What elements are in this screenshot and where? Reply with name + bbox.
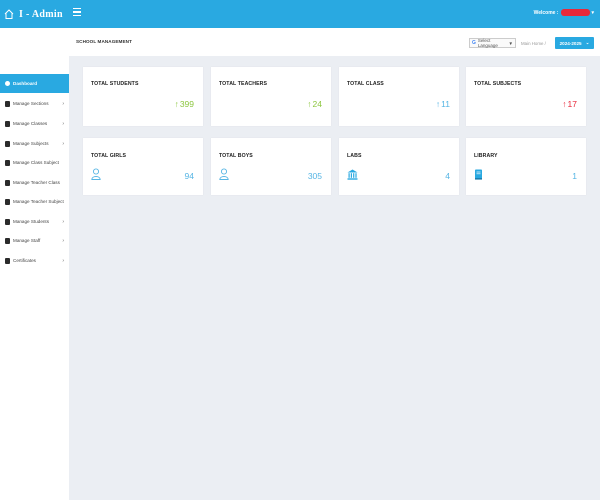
sidebar-item-label: Manage Sections xyxy=(13,101,49,106)
top-bar: I - Admin Welcome : ▾ xyxy=(0,0,600,28)
sidebar-item-manage-teacher-subject[interactable]: Manage Teacher Subject xyxy=(0,192,69,211)
stat-label: TOTAL CLASS xyxy=(347,81,384,87)
language-select-label: Select Language xyxy=(477,38,498,48)
arrow-up-icon: ↑ xyxy=(435,99,441,109)
user-icon xyxy=(91,168,101,180)
stat-card-labs[interactable]: LABS 4 xyxy=(339,138,459,195)
google-icon: G xyxy=(472,40,476,46)
caret-down-icon: ▾ xyxy=(591,9,594,16)
sidebar-item-manage-sections[interactable]: Manage Sections › xyxy=(0,94,69,113)
stat-value: 94 xyxy=(184,171,194,181)
sidebar-item-manage-staff[interactable]: Manage Staff › xyxy=(0,231,69,250)
welcome-label: Welcome : xyxy=(533,9,559,16)
stat-label: LABS xyxy=(347,153,362,159)
stat-value: ↑11 xyxy=(435,99,450,109)
sidebar-item-manage-classes[interactable]: Manage Classes › xyxy=(0,114,69,133)
sidebar-item-label: Manage Teacher Subject xyxy=(13,199,64,204)
book-icon xyxy=(5,198,10,205)
stat-label: LIBRARY xyxy=(474,153,498,159)
caret-down-icon: ▼ xyxy=(508,40,513,46)
arrow-up-icon: ↑ xyxy=(307,99,312,109)
user-menu[interactable]: Welcome : ▾ xyxy=(534,9,594,16)
stat-label: TOTAL GIRLS xyxy=(91,153,127,159)
home-icon xyxy=(4,9,14,19)
stat-card-total-girls[interactable]: TOTAL GIRLS 94 xyxy=(83,138,203,195)
book-icon xyxy=(5,237,10,244)
chevron-down-icon: ⌄ xyxy=(585,40,590,45)
book-icon xyxy=(5,257,10,264)
sidebar-item-manage-subjects[interactable]: Manage Subjects › xyxy=(0,134,69,153)
book-icon xyxy=(5,120,10,127)
arrow-up-icon: ↑ xyxy=(562,99,567,109)
stat-label: TOTAL BOYS xyxy=(219,153,253,159)
chevron-right-icon: › xyxy=(62,218,64,225)
stat-card-total-students[interactable]: TOTAL STUDENTS ↑399 xyxy=(83,67,203,126)
sidebar-item-dashboard[interactable]: Dashboard xyxy=(0,74,69,93)
chevron-right-icon: › xyxy=(62,100,64,107)
page-title: SCHOOL MANAGEMENT xyxy=(76,39,132,44)
chevron-right-icon: › xyxy=(62,237,64,244)
menu-toggle-icon[interactable] xyxy=(73,8,81,18)
book-icon xyxy=(5,140,10,147)
book-icon xyxy=(475,169,482,180)
app-title: I - Admin xyxy=(19,8,63,20)
stat-value: 1 xyxy=(572,171,577,181)
chevron-right-icon: › xyxy=(62,120,64,127)
stat-value: 4 xyxy=(445,171,450,181)
page-header: SCHOOL MANAGEMENT G Select Language ▼ Ma… xyxy=(69,28,600,56)
sidebar-item-label: Manage Teacher Class xyxy=(13,180,60,185)
sidebar-item-label: Manage Staff xyxy=(13,238,41,243)
sidebar-item-label: Manage Classes xyxy=(13,121,48,126)
session-year-value: 2024-2025 xyxy=(559,40,582,46)
book-icon xyxy=(5,159,10,166)
chevron-right-icon: › xyxy=(62,257,64,264)
stat-value: ↑24 xyxy=(307,99,322,109)
sidebar-item-manage-students[interactable]: Manage Students › xyxy=(0,212,69,231)
stat-card-total-class[interactable]: TOTAL CLASS ↑11 xyxy=(339,67,459,126)
stat-card-total-boys[interactable]: TOTAL BOYS 305 xyxy=(211,138,331,195)
stat-value: ↑17 xyxy=(562,99,577,109)
breadcrumb[interactable]: Main Home / xyxy=(521,41,546,46)
sidebar-item-label: Dashboard xyxy=(13,81,37,86)
sidebar-item-label: Manage Subjects xyxy=(13,141,49,146)
sidebar-item-label: Manage Class Subject xyxy=(13,160,59,165)
chevron-right-icon: › xyxy=(62,140,64,147)
stat-card-library[interactable]: LIBRARY 1 xyxy=(466,138,586,195)
stat-value: 305 xyxy=(307,171,322,181)
book-icon xyxy=(5,179,10,186)
arrow-up-icon: ↑ xyxy=(174,99,179,109)
sidebar-item-label: Manage Students xyxy=(13,219,50,224)
user-icon xyxy=(219,168,229,180)
bank-icon xyxy=(347,169,358,180)
sidebar-item-manage-class-subject[interactable]: Manage Class Subject xyxy=(0,153,69,172)
stat-label: TOTAL SUBJECTS xyxy=(474,81,522,87)
user-name-redacted xyxy=(561,9,591,16)
stat-value: ↑399 xyxy=(174,99,194,109)
book-icon xyxy=(5,218,10,225)
session-year-select[interactable]: 2024-2025 ⌄ xyxy=(555,37,594,49)
brand[interactable]: I - Admin xyxy=(0,0,69,28)
sidebar-item-certificates[interactable]: Certificates › xyxy=(0,251,69,270)
stat-label: TOTAL STUDENTS xyxy=(91,81,139,87)
sidebar-item-label: Certificates xyxy=(13,258,36,263)
book-icon xyxy=(5,100,10,107)
stat-card-total-subjects[interactable]: TOTAL SUBJECTS ↑17 xyxy=(466,67,586,126)
stat-label: TOTAL TEACHERS xyxy=(219,81,268,87)
sidebar: Dashboard Manage Sections › Manage Class… xyxy=(0,28,69,500)
sidebar-item-manage-teacher-class[interactable]: Manage Teacher Class xyxy=(0,173,69,192)
stat-card-total-teachers[interactable]: TOTAL TEACHERS ↑24 xyxy=(211,67,331,126)
dashboard-icon xyxy=(5,81,10,86)
language-select[interactable]: G Select Language ▼ xyxy=(469,38,516,48)
